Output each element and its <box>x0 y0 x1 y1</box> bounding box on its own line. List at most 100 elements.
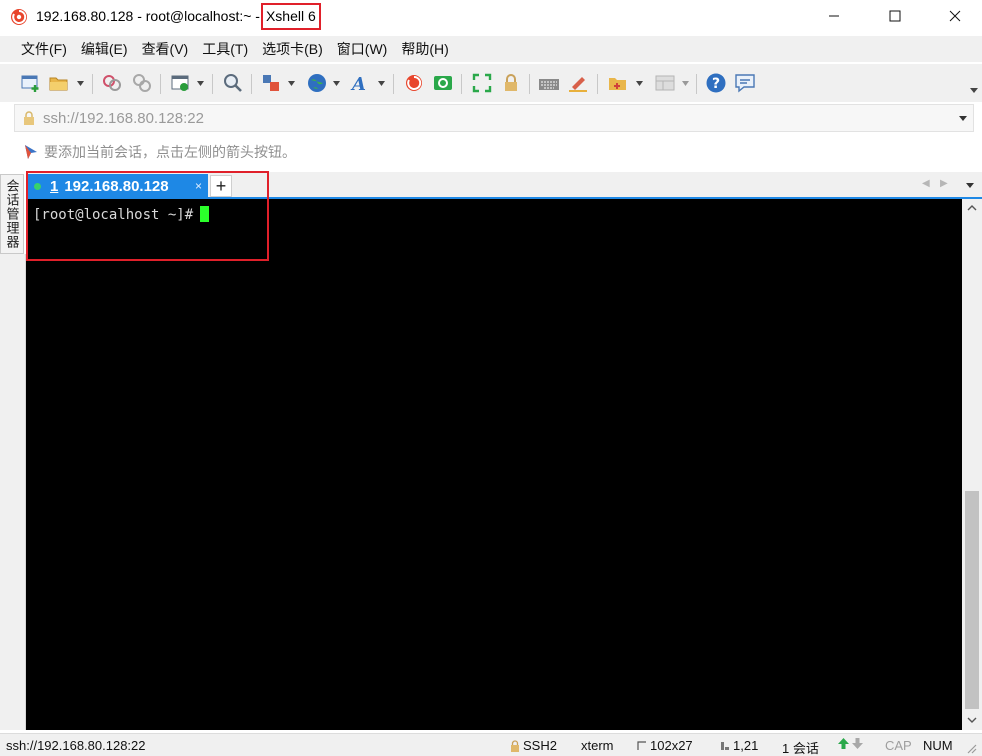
xftp-icon <box>434 76 452 90</box>
tab-label: 192.168.80.128 <box>64 178 169 195</box>
status-size-label: 102x27 <box>650 738 693 753</box>
close-button[interactable] <box>932 0 978 32</box>
address-dropdown-icon[interactable] <box>959 116 967 121</box>
menu-tabs[interactable]: 选项卡(B) <box>255 36 330 62</box>
new-tab-button[interactable]: + <box>210 175 232 197</box>
open-button[interactable] <box>48 72 70 94</box>
highlight-pen-icon <box>569 77 587 92</box>
new-session-button[interactable] <box>20 72 42 94</box>
connection-status-icon <box>34 183 41 190</box>
toolbar-separator <box>212 74 213 94</box>
terminal-cursor <box>200 206 210 222</box>
lock-icon <box>24 111 34 125</box>
tab-scroll-right-icon[interactable]: ▶ <box>940 178 948 189</box>
tab-strip: 1 192.168.80.128 × + ◀ ▶ <box>26 172 982 199</box>
minimize-button[interactable] <box>811 0 857 32</box>
chat-icon <box>735 74 755 93</box>
toolbar-overflow-icon[interactable] <box>970 88 978 93</box>
minimize-icon <box>829 15 839 17</box>
globe-button[interactable] <box>306 72 328 94</box>
font-dropdown-icon[interactable] <box>378 81 385 86</box>
hint-text: 要添加当前会话，点击左侧的箭头按钮。 <box>44 144 296 160</box>
open-dropdown-icon[interactable] <box>77 81 84 86</box>
download-arrow-icon <box>852 738 863 749</box>
title-bar: 192.168.80.128 - root@localhost:~ - Xshe… <box>0 0 982 32</box>
upload-arrow-icon <box>838 738 849 749</box>
shell-prompt: [root@localhost ~]# <box>33 207 194 223</box>
xftp-button[interactable] <box>432 72 454 94</box>
xshell-icon <box>406 75 422 91</box>
side-panel-strip <box>0 254 26 730</box>
new-session-icon <box>21 75 39 92</box>
compose-button[interactable] <box>607 72 629 94</box>
add-session-arrow-icon[interactable] <box>23 144 39 160</box>
font-button[interactable]: A <box>350 72 372 94</box>
toolbar-separator <box>251 74 252 94</box>
help-icon: ? <box>706 73 726 93</box>
lock-icon <box>511 739 519 752</box>
reconnect-icon <box>133 74 151 92</box>
tab-session-1[interactable]: 1 192.168.80.128 × <box>28 174 208 199</box>
help-button[interactable]: ? <box>705 72 727 94</box>
status-protocol-label: SSH2 <box>523 738 557 753</box>
terminal-screen[interactable]: [root@localhost ~]# <box>26 199 962 730</box>
layout-button[interactable] <box>654 72 676 94</box>
resize-grip-icon[interactable] <box>965 742 977 754</box>
maximize-button[interactable] <box>872 0 918 32</box>
menu-help[interactable]: 帮助(H) <box>394 36 455 62</box>
session-manager-label: 会话管理器 <box>4 179 20 249</box>
toolbar-separator <box>696 74 697 94</box>
status-caps: CAP <box>885 738 912 753</box>
resize-icon <box>637 740 646 750</box>
transfer-button[interactable] <box>260 72 282 94</box>
keyboard-button[interactable] <box>538 72 560 94</box>
svg-text:?: ? <box>712 76 720 92</box>
open-folder-icon <box>49 77 68 91</box>
reconnect-button[interactable] <box>131 72 153 94</box>
menu-file[interactable]: 文件(F) <box>14 36 74 62</box>
scrollbar-thumb[interactable] <box>965 491 979 709</box>
status-transfer <box>838 738 863 749</box>
address-input[interactable]: ssh://192.168.80.128:22 <box>43 110 204 127</box>
terminal-scrollbar[interactable] <box>962 199 982 730</box>
fullscreen-button[interactable] <box>471 72 493 94</box>
xshell-button[interactable] <box>403 72 425 94</box>
globe-icon <box>308 74 326 92</box>
disconnect-button[interactable] <box>101 72 123 94</box>
compose-dropdown-icon[interactable] <box>636 81 643 86</box>
address-bar[interactable]: ssh://192.168.80.128:22 <box>14 104 974 132</box>
status-num: NUM <box>923 738 953 753</box>
menu-view[interactable]: 查看(V) <box>135 36 196 62</box>
maximize-icon <box>889 10 901 22</box>
transfer-dropdown-icon[interactable] <box>288 81 295 86</box>
layout-icon <box>655 75 675 91</box>
find-icon <box>224 74 242 92</box>
status-cursor-pos-label: 1,21 <box>733 738 759 753</box>
tab-close-icon[interactable]: × <box>195 179 202 193</box>
globe-dropdown-icon[interactable] <box>333 81 340 86</box>
xshell-logo-icon <box>11 9 27 25</box>
properties-button[interactable] <box>170 72 192 94</box>
highlight-button[interactable] <box>567 72 589 94</box>
hint-bar: 要添加当前会话，点击左侧的箭头按钮。 <box>14 140 974 164</box>
layout-dropdown-icon[interactable] <box>682 81 689 86</box>
font-icon: A <box>350 74 366 94</box>
cursor-position-icon <box>721 741 729 750</box>
tab-list-dropdown-icon[interactable] <box>966 183 974 188</box>
find-button[interactable] <box>222 72 244 94</box>
lock-button[interactable] <box>500 72 522 94</box>
scroll-down-icon[interactable] <box>967 717 977 723</box>
chat-button[interactable] <box>734 72 756 94</box>
status-connection: ssh://192.168.80.128:22 <box>6 738 146 753</box>
transfer-icon <box>263 75 279 91</box>
session-manager-tab[interactable]: 会话管理器 <box>0 174 24 254</box>
status-protocol: SSH2 <box>510 738 557 753</box>
scroll-up-icon[interactable] <box>967 205 977 211</box>
menu-edit[interactable]: 编辑(E) <box>74 36 135 62</box>
menu-window[interactable]: 窗口(W) <box>330 36 395 62</box>
status-cursor-pos: 1,21 <box>720 738 758 753</box>
tab-scroll-left-icon[interactable]: ◀ <box>922 178 930 189</box>
svg-text:A: A <box>350 74 366 94</box>
menu-tools[interactable]: 工具(T) <box>195 36 255 62</box>
properties-dropdown-icon[interactable] <box>197 81 204 86</box>
